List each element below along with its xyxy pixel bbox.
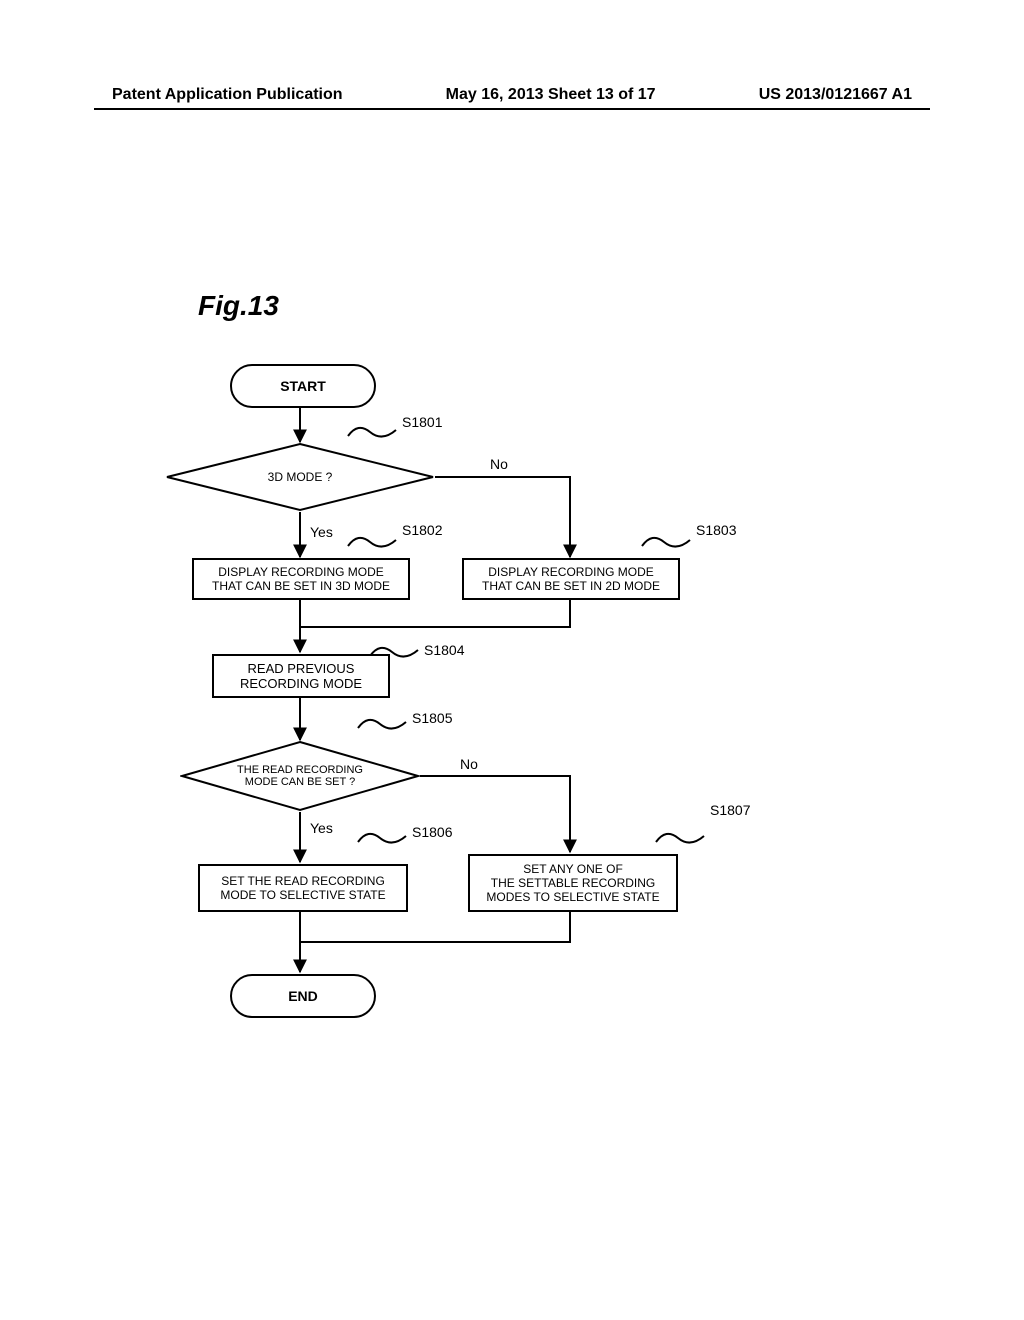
- flow-connectors: [0, 352, 1024, 1122]
- step-ref-s1801: S1801: [402, 414, 442, 430]
- end-label: END: [288, 988, 318, 1004]
- page-header: Patent Application Publication May 16, 2…: [0, 86, 1024, 104]
- flowchart: START 3D MODE ? S1801 No Yes DISPLAY REC…: [0, 352, 1024, 1122]
- decision-3d-mode-text: 3D MODE ?: [165, 442, 435, 512]
- page: Patent Application Publication May 16, 2…: [0, 0, 1024, 1320]
- figure-label: Fig.13: [198, 290, 279, 322]
- step-ref-s1803: S1803: [696, 522, 736, 538]
- process-display-3d-mode: DISPLAY RECORDING MODE THAT CAN BE SET I…: [192, 558, 410, 600]
- no-label-d1: No: [490, 456, 508, 472]
- step-ref-s1807: S1807: [710, 802, 750, 818]
- process-set-any-mode: SET ANY ONE OF THE SETTABLE RECORDING MO…: [468, 854, 678, 912]
- step-ref-s1805: S1805: [412, 710, 452, 726]
- decision-can-be-set-text: THE READ RECORDING MODE CAN BE SET ?: [180, 740, 420, 812]
- step-ref-s1802: S1802: [402, 522, 442, 538]
- step-ref-s1804: S1804: [424, 642, 464, 658]
- decision-can-be-set: THE READ RECORDING MODE CAN BE SET ?: [180, 740, 420, 812]
- no-label-d5: No: [460, 756, 478, 772]
- flow-end: END: [230, 974, 376, 1018]
- yes-label-d1: Yes: [310, 524, 333, 540]
- header-rule: [94, 108, 930, 110]
- start-label: START: [280, 378, 326, 394]
- step-ref-s1806: S1806: [412, 824, 452, 840]
- process-display-2d-mode: DISPLAY RECORDING MODE THAT CAN BE SET I…: [462, 558, 680, 600]
- flow-start: START: [230, 364, 376, 408]
- decision-3d-mode: 3D MODE ?: [165, 442, 435, 512]
- process-set-read-mode: SET THE READ RECORDING MODE TO SELECTIVE…: [198, 864, 408, 912]
- header-right: US 2013/0121667 A1: [759, 86, 912, 104]
- process-read-previous: READ PREVIOUS RECORDING MODE: [212, 654, 390, 698]
- header-left: Patent Application Publication: [112, 86, 343, 104]
- yes-label-d5: Yes: [310, 820, 333, 836]
- header-center: May 16, 2013 Sheet 13 of 17: [446, 86, 656, 104]
